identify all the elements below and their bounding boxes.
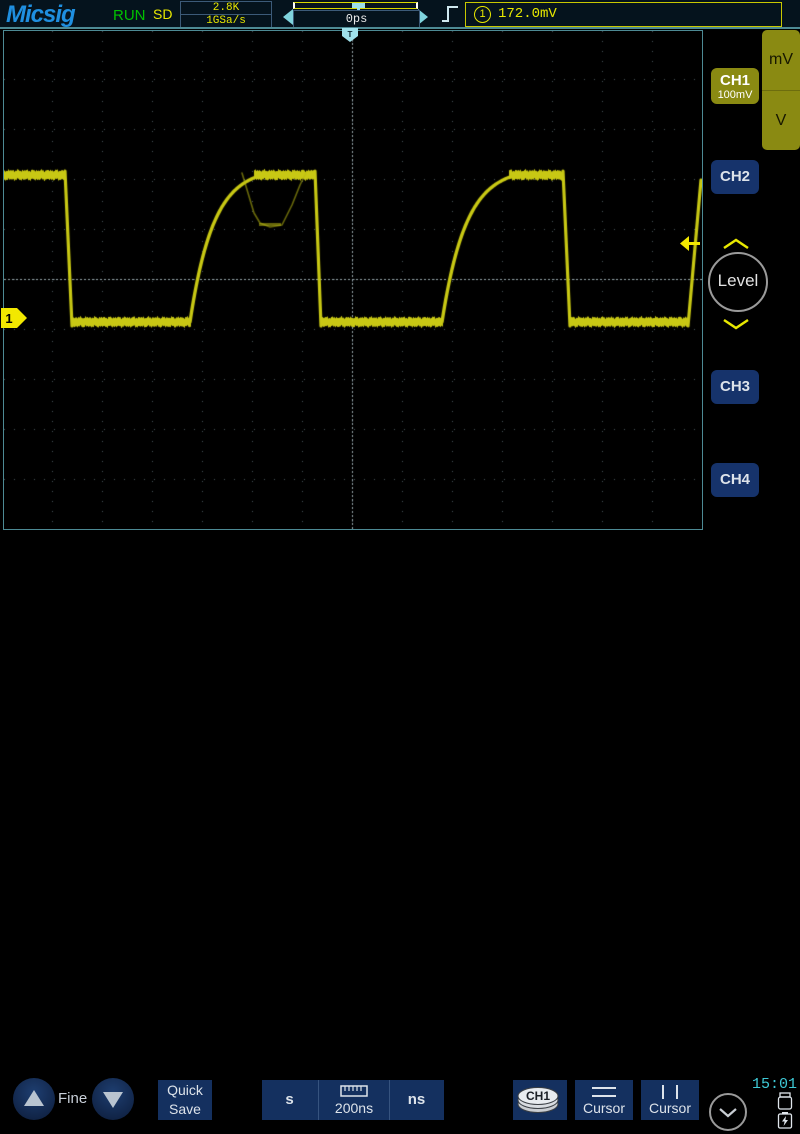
channel1-ground-marker-icon[interactable]: 1 xyxy=(1,308,27,328)
top-status-bar: Micsig RUN SD 2.8K 1GSa/s 0ps 1 172.0mV xyxy=(0,0,800,28)
horizontal-cursor-button[interactable]: Cursor xyxy=(575,1080,633,1120)
vertical-cursor-icon xyxy=(641,1084,699,1100)
timebase-unit-ns-button[interactable]: ns xyxy=(389,1080,444,1120)
svg-text:CH1: CH1 xyxy=(526,1089,550,1103)
quick-save-button[interactable]: Quick Save xyxy=(158,1080,212,1120)
ch1-label: CH1 xyxy=(711,72,759,89)
vertical-cursor-button[interactable]: Cursor xyxy=(641,1080,699,1120)
trigger-time-marker-icon[interactable]: T xyxy=(342,28,358,42)
trigger-source-info[interactable]: 1 172.0mV xyxy=(440,2,750,25)
bottom-toolbar: Fine Quick Save s 200ns ns xyxy=(0,532,800,600)
timebase-unit-s-button[interactable]: s xyxy=(262,1080,317,1120)
battery-charging-icon xyxy=(777,1112,793,1129)
right-control-panel: mV V CH1 100mV CH2 Level CH3 CH4 xyxy=(704,30,800,530)
triangle-down-icon xyxy=(92,1078,134,1120)
sample-rate-value: 1GSa/s xyxy=(181,15,271,27)
brand-logo: Micsig xyxy=(6,1,75,29)
timebase-value-button[interactable]: 200ns xyxy=(318,1080,390,1120)
system-clock: 15:01 xyxy=(752,1076,797,1093)
svg-text:T: T xyxy=(348,30,353,39)
channel-button-ch4[interactable]: CH4 xyxy=(711,463,759,497)
ch2-label: CH2 xyxy=(720,168,750,185)
svg-text:1: 1 xyxy=(5,311,12,326)
trigger-channel-badge: 1 xyxy=(474,6,491,23)
timebase-control-group[interactable]: s 200ns ns xyxy=(262,1080,444,1120)
waveform-display-grid[interactable] xyxy=(3,30,703,530)
vertical-cursor-label: Cursor xyxy=(641,1100,699,1116)
rising-edge-icon xyxy=(440,4,460,23)
trigger-level-value: 172.0mV xyxy=(498,6,557,22)
quick-save-line2: Save xyxy=(158,1100,212,1119)
chevron-up-icon[interactable] xyxy=(722,238,750,250)
ruler-icon xyxy=(340,1085,368,1097)
channel-button-ch2[interactable]: CH2 xyxy=(711,160,759,194)
chevron-down-circle-icon xyxy=(711,1095,745,1129)
timebase-value: 200ns xyxy=(319,1100,389,1116)
ch4-label: CH4 xyxy=(720,471,750,488)
channel-stack-button[interactable]: CH1 xyxy=(513,1080,567,1120)
topbar-divider xyxy=(0,27,800,29)
channel-button-ch3[interactable]: CH3 xyxy=(711,370,759,404)
acquisition-info-box[interactable]: 2.8K 1GSa/s xyxy=(180,1,272,28)
trigger-level-knob[interactable]: Level xyxy=(708,252,768,312)
ch3-label: CH3 xyxy=(720,378,750,395)
run-state-label[interactable]: RUN xyxy=(113,7,146,24)
usb-drive-icon xyxy=(777,1092,793,1110)
trigger-level-box[interactable]: 1 172.0mV xyxy=(465,2,782,27)
memory-depth-value: 2.8K xyxy=(181,2,271,15)
unit-selector-group[interactable]: mV V xyxy=(762,30,800,150)
chevron-down-icon[interactable] xyxy=(722,318,750,330)
trigger-level-marker-icon[interactable] xyxy=(680,235,700,252)
horizontal-cursor-icon xyxy=(575,1084,633,1100)
quick-save-line1: Quick xyxy=(158,1081,212,1100)
ch1-scale: 100mV xyxy=(711,89,759,101)
channel-button-ch1[interactable]: CH1 100mV xyxy=(711,68,759,104)
waveform-canvas[interactable] xyxy=(4,31,702,529)
oscilloscope-screen: Micsig RUN SD 2.8K 1GSa/s 0ps 1 172.0mV xyxy=(0,0,800,600)
arrow-left-icon[interactable] xyxy=(283,9,293,25)
unit-mv-button[interactable]: mV xyxy=(762,30,800,91)
triangle-up-icon xyxy=(13,1078,55,1120)
increment-down-button[interactable] xyxy=(92,1078,134,1120)
trigger-position-control[interactable]: 0ps xyxy=(283,0,428,28)
increment-up-button[interactable] xyxy=(13,1078,55,1120)
unit-v-button[interactable]: V xyxy=(762,91,800,151)
fine-adjust-label: Fine xyxy=(58,1090,87,1107)
expand-menu-button[interactable] xyxy=(709,1093,747,1131)
sd-label: SD xyxy=(153,6,172,22)
trigger-position-value[interactable]: 0ps xyxy=(293,10,420,28)
channel-stack-icon: CH1 xyxy=(513,1080,567,1120)
horizontal-cursor-label: Cursor xyxy=(575,1100,633,1116)
trigger-position-bar[interactable] xyxy=(293,2,418,9)
